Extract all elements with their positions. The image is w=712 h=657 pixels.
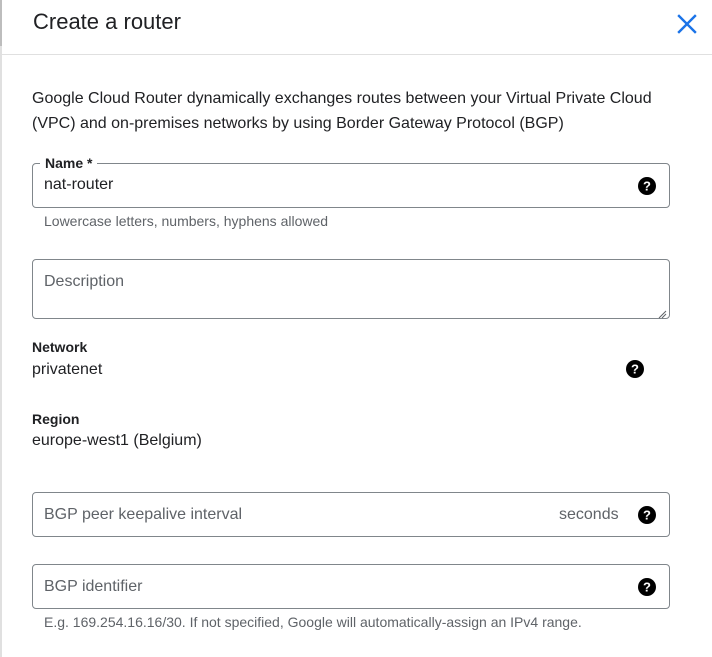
resize-grip-icon[interactable] [657,306,667,319]
name-input-value[interactable]: nat-router [44,176,113,194]
bgp-identifier-placeholder: BGP identifier [44,578,143,595]
svg-text:?: ? [643,179,651,194]
name-field[interactable]: Name * nat-router ? [32,155,670,208]
name-hint: Lowercase letters, numbers, hyphens allo… [44,213,329,229]
bgp-identifier-field[interactable]: BGP identifier ? [32,564,670,609]
dialog-header: Create a router [0,0,712,55]
description-placeholder: Description [44,273,125,290]
bgp-keepalive-field[interactable]: BGP peer keepalive interval seconds ? [32,492,670,537]
name-field-label: Name * [40,155,98,171]
name-help-icon[interactable]: ? [637,176,657,196]
bgp-keepalive-placeholder: BGP peer keepalive interval [44,506,243,523]
bgp-keepalive-help-icon[interactable]: ? [637,505,657,525]
svg-text:?: ? [643,508,651,523]
bgp-keepalive-suffix: seconds [559,506,619,523]
bgp-identifier-hint: E.g. 169.254.16.16/30. If not specified,… [44,614,582,630]
bgp-identifier-help-icon[interactable]: ? [637,577,657,597]
dialog-title: Create a router [33,9,181,34]
network-help-icon[interactable]: ? [625,359,645,379]
close-icon [677,14,697,34]
network-label: Network [32,339,88,355]
panel-left-border [0,0,2,657]
region-label: Region [32,411,80,427]
network-value: privatenet [32,361,103,378]
close-button[interactable] [673,10,701,38]
region-value: europe-west1 (Belgium) [32,432,202,449]
svg-text:?: ? [631,362,639,377]
description-textarea[interactable]: Description [32,259,670,319]
svg-text:?: ? [643,580,651,595]
dialog-description: Google Cloud Router dynamically exchange… [32,90,652,132]
